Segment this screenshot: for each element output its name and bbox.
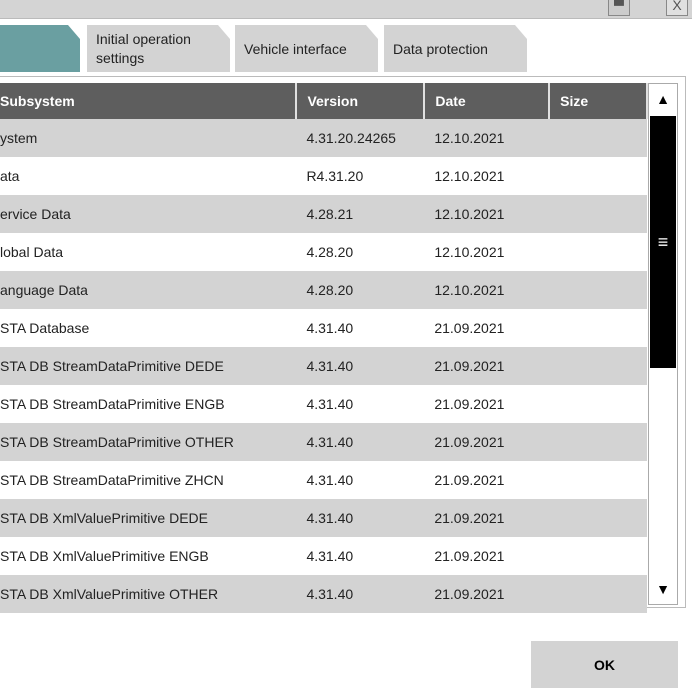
table-row[interactable]: ata R4.31.20 12.10.2021 — [0, 157, 647, 195]
version-cell: 4.31.40 — [306, 472, 354, 488]
subsystem-cell: STA DB StreamDataPrimitive ZHCN — [0, 472, 224, 488]
version-cell: 4.31.40 — [296, 575, 425, 613]
scroll-thumb[interactable]: ≡ — [650, 116, 676, 368]
table-row[interactable]: ystem 4.31.20.24265 12.10.2021 — [0, 119, 647, 157]
subsystem-cell: STA Database — [0, 320, 90, 336]
date-cell: 21.09.2021 — [424, 423, 550, 461]
size-cell — [549, 537, 647, 575]
subsystem-cell: STA DB StreamDataPrimitive DEDE — [0, 347, 297, 385]
version-cell: 4.31.40 — [296, 499, 425, 537]
version-cell: 4.28.20 — [306, 244, 354, 260]
table-row[interactable]: STA DB XmlValuePrimitive ENGB 4.31.40 21.0… — [0, 537, 647, 575]
table-row[interactable]: STA DB StreamDataPrimitive ZHCN 4.31.40 21… — [0, 461, 647, 499]
table-row[interactable]: lobal Data 4.28.20 12.10.2021 — [0, 233, 647, 271]
header-version[interactable]: Version — [296, 83, 426, 119]
tab-initial-operation-settings[interactable]: Initial operation settings — [87, 25, 230, 72]
subsystem-cell: ata — [0, 168, 20, 184]
date-cell: 12.10.2021 — [434, 168, 505, 184]
date-cell: 21.09.2021 — [434, 548, 505, 564]
header-size[interactable]: Size — [549, 83, 648, 119]
table-row[interactable]: ervice Data 4.28.21 12.10.2021 — [0, 195, 647, 233]
date-cell: 21.09.2021 — [434, 472, 505, 488]
tab-vehicle-interface[interactable]: Vehicle interface — [235, 25, 378, 72]
date-cell: 12.10.2021 — [424, 119, 550, 157]
subsystem-cell: STA DB XmlValuePrimitive OTHER — [0, 575, 297, 613]
version-cell: 4.31.20.24265 — [296, 119, 425, 157]
table-row[interactable]: STA DB StreamDataPrimitive OTHER 4.31.40 2… — [0, 423, 647, 461]
printer-icon[interactable]: ▀ — [608, 0, 630, 16]
subsystem-cell: STA DB StreamDataPrimitive OTHER — [0, 423, 297, 461]
date-cell: 12.10.2021 — [424, 195, 550, 233]
size-cell — [549, 385, 647, 423]
size-cell — [549, 499, 647, 537]
date-cell: 21.09.2021 — [424, 347, 550, 385]
subsystem-table: Subsystem Version Date Size ystem 4.31.20… — [0, 83, 648, 613]
size-cell — [549, 575, 647, 613]
table-row[interactable]: anguage Data 4.28.20 12.10.2021 — [0, 271, 647, 309]
header-subsystem[interactable]: Subsystem — [0, 83, 298, 119]
size-cell — [549, 119, 647, 157]
subsystem-cell: STA DB XmlValuePrimitive DEDE — [0, 499, 297, 537]
size-cell — [549, 423, 647, 461]
date-cell: 12.10.2021 — [424, 271, 550, 309]
version-cell: 4.28.21 — [296, 195, 425, 233]
size-cell — [549, 461, 647, 499]
version-cell: R4.31.20 — [306, 168, 364, 184]
version-cell: 4.31.40 — [306, 548, 354, 564]
title-bar: ▀ X — [0, 0, 692, 19]
subsystem-cell: STA DB XmlValuePrimitive ENGB — [0, 548, 209, 564]
header-date[interactable]: Date — [424, 83, 551, 119]
version-cell: 4.31.40 — [306, 320, 354, 336]
scroll-down-icon[interactable]: ▼ — [649, 574, 677, 604]
date-cell: 21.09.2021 — [434, 396, 505, 412]
size-cell — [549, 309, 647, 347]
ok-button[interactable]: OK — [531, 641, 678, 688]
vertical-scrollbar[interactable]: ▲ ≡ ▼ — [648, 83, 678, 605]
date-cell: 12.10.2021 — [434, 244, 505, 260]
grip-icon: ≡ — [657, 232, 669, 252]
table-row[interactable]: STA DB StreamDataPrimitive ENGB 4.31.40 21… — [0, 385, 647, 423]
date-cell: 21.09.2021 — [434, 320, 505, 336]
version-cell: 4.31.40 — [306, 396, 354, 412]
table-row[interactable]: STA Database 4.31.40 21.09.2021 — [0, 309, 647, 347]
subsystem-cell: STA DB StreamDataPrimitive ENGB — [0, 396, 225, 412]
version-cell: 4.28.20 — [296, 271, 425, 309]
table-row[interactable]: STA DB StreamDataPrimitive DEDE 4.31.40 21… — [0, 347, 647, 385]
size-cell — [549, 347, 647, 385]
subsystem-cell: ystem — [0, 119, 297, 157]
table-row[interactable]: STA DB XmlValuePrimitive OTHER 4.31.40 21.… — [0, 575, 647, 613]
tab-active[interactable] — [0, 25, 80, 72]
size-cell — [549, 195, 647, 233]
size-cell — [549, 233, 647, 271]
date-cell: 21.09.2021 — [424, 499, 550, 537]
close-button[interactable]: X — [666, 0, 688, 16]
scroll-up-icon[interactable]: ▲ — [649, 84, 677, 114]
table-row[interactable]: STA DB XmlValuePrimitive DEDE 4.31.40 21.0… — [0, 499, 647, 537]
tab-data-protection[interactable]: Data protection — [384, 25, 527, 72]
subsystem-cell: ervice Data — [0, 195, 297, 233]
size-cell — [549, 157, 647, 195]
subsystem-cell: lobal Data — [0, 244, 64, 260]
subsystem-cell: anguage Data — [0, 271, 297, 309]
size-cell — [549, 271, 647, 309]
version-cell: 4.31.40 — [296, 423, 425, 461]
version-cell: 4.31.40 — [296, 347, 425, 385]
date-cell: 21.09.2021 — [424, 575, 550, 613]
